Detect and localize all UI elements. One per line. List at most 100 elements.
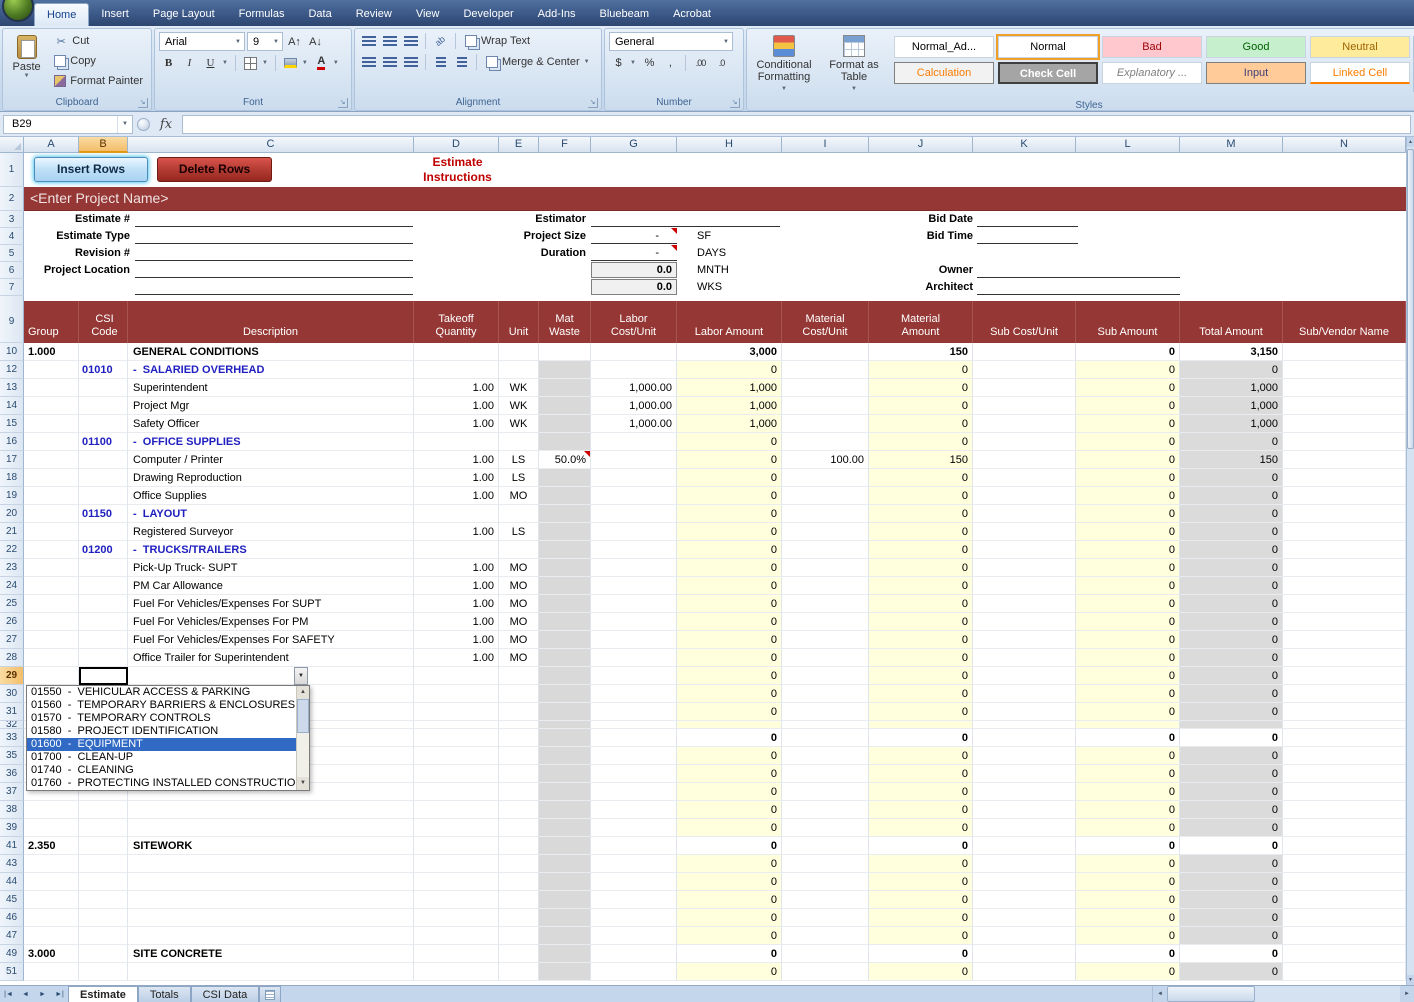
- cell-e28[interactable]: MO: [499, 649, 539, 667]
- cell-d24[interactable]: 1.00: [414, 577, 499, 595]
- cell-m39[interactable]: 0: [1180, 819, 1283, 837]
- cell-c38[interactable]: [128, 801, 414, 819]
- cell-c26[interactable]: Fuel For Vehicles/Expenses For PM: [128, 613, 414, 631]
- cell-m41[interactable]: 0: [1180, 837, 1283, 855]
- cell-d44[interactable]: [414, 873, 499, 891]
- cell-d12[interactable]: [414, 361, 499, 379]
- cell-i24[interactable]: [782, 577, 869, 595]
- cell-g41[interactable]: [591, 837, 677, 855]
- number-dialog-launcher[interactable]: ↘: [730, 98, 740, 108]
- cell-a26[interactable]: [24, 613, 79, 631]
- cell-c19[interactable]: Office Supplies: [128, 487, 414, 505]
- cell-b47[interactable]: [79, 927, 128, 945]
- cell-h16[interactable]: 0: [677, 433, 782, 451]
- cell-a13[interactable]: [24, 379, 79, 397]
- cell-f51[interactable]: [539, 963, 591, 981]
- cell-d22[interactable]: [414, 541, 499, 559]
- cell-n29[interactable]: [1283, 667, 1406, 685]
- cell-j46[interactable]: 0: [869, 909, 973, 927]
- cell-d19[interactable]: 1.00: [414, 487, 499, 505]
- row-header-12[interactable]: 12: [0, 361, 24, 379]
- cell-l43[interactable]: 0: [1076, 855, 1180, 873]
- cell-c43[interactable]: [128, 855, 414, 873]
- row-header-6[interactable]: 6: [0, 262, 24, 279]
- cell-e18[interactable]: LS: [499, 469, 539, 487]
- cell-e27[interactable]: MO: [499, 631, 539, 649]
- scroll-up-button[interactable]: ▲: [1407, 137, 1414, 147]
- cell-k29[interactable]: [973, 667, 1076, 685]
- cell-f49[interactable]: [539, 945, 591, 963]
- row-header-41[interactable]: 41: [0, 837, 24, 855]
- style-calculation[interactable]: Calculation: [894, 62, 994, 84]
- ribbon-tab-bluebeam[interactable]: Bluebeam: [588, 3, 662, 26]
- column-header-i[interactable]: I: [782, 137, 869, 153]
- row-header-26[interactable]: 26: [0, 613, 24, 631]
- cell-k18[interactable]: [973, 469, 1076, 487]
- cell-n51[interactable]: [1283, 963, 1406, 981]
- cell-e36[interactable]: [499, 765, 539, 783]
- dropdown-item-01550[interactable]: 01550 - VEHICULAR ACCESS & PARKING: [27, 686, 296, 699]
- cell-m27[interactable]: 0: [1180, 631, 1283, 649]
- cell-f31[interactable]: [539, 703, 591, 721]
- row-header-39[interactable]: 39: [0, 819, 24, 837]
- row-header-47[interactable]: 47: [0, 927, 24, 945]
- cell-h31[interactable]: 0: [677, 703, 782, 721]
- cell-e17[interactable]: LS: [499, 451, 539, 469]
- sheet-tab-estimate[interactable]: Estimate: [68, 986, 138, 1002]
- cell-n20[interactable]: [1283, 505, 1406, 523]
- cell-d10[interactable]: [414, 343, 499, 361]
- cell-k20[interactable]: [973, 505, 1076, 523]
- cell-n41[interactable]: [1283, 837, 1406, 855]
- cell-j12[interactable]: 0: [869, 361, 973, 379]
- cell-j15[interactable]: 0: [869, 415, 973, 433]
- format-painter-button[interactable]: Format Painter: [50, 72, 147, 90]
- cell-i19[interactable]: [782, 487, 869, 505]
- cell-k41[interactable]: [973, 837, 1076, 855]
- cell-h38[interactable]: 0: [677, 801, 782, 819]
- cell-j33[interactable]: 0: [869, 729, 973, 747]
- number-format-combo[interactable]: General ▼: [609, 32, 733, 51]
- cell-c24[interactable]: PM Car Allowance: [128, 577, 414, 595]
- cell-b20[interactable]: 01150: [79, 505, 128, 523]
- cell-m13[interactable]: 1,000: [1180, 379, 1283, 397]
- cell-b18[interactable]: [79, 469, 128, 487]
- cell-j27[interactable]: 0: [869, 631, 973, 649]
- row-header-31[interactable]: 31: [0, 703, 24, 721]
- cell-b43[interactable]: [79, 855, 128, 873]
- cell-l46[interactable]: 0: [1076, 909, 1180, 927]
- cell-g32[interactable]: [591, 721, 677, 729]
- cell-c12[interactable]: - SALARIED OVERHEAD: [128, 361, 414, 379]
- cell-d14[interactable]: 1.00: [414, 397, 499, 415]
- cell-n24[interactable]: [1283, 577, 1406, 595]
- cell-a15[interactable]: [24, 415, 79, 433]
- cell-h20[interactable]: 0: [677, 505, 782, 523]
- cell-a23[interactable]: [24, 559, 79, 577]
- row-header-33[interactable]: 33: [0, 729, 24, 747]
- cell-i45[interactable]: [782, 891, 869, 909]
- row-header-45[interactable]: 45: [0, 891, 24, 909]
- cell-e44[interactable]: [499, 873, 539, 891]
- cell-l47[interactable]: 0: [1076, 927, 1180, 945]
- cell-n45[interactable]: [1283, 891, 1406, 909]
- cell-e46[interactable]: [499, 909, 539, 927]
- cell-j29[interactable]: 0: [869, 667, 973, 685]
- cell-n21[interactable]: [1283, 523, 1406, 541]
- cell-h33[interactable]: 0: [677, 729, 782, 747]
- cell-g45[interactable]: [591, 891, 677, 909]
- cell-i32[interactable]: [782, 721, 869, 729]
- cell-g18[interactable]: [591, 469, 677, 487]
- cell-a43[interactable]: [24, 855, 79, 873]
- cell-i16[interactable]: [782, 433, 869, 451]
- cell-l33[interactable]: 0: [1076, 729, 1180, 747]
- cell-f45[interactable]: [539, 891, 591, 909]
- cell-l44[interactable]: 0: [1076, 873, 1180, 891]
- row-header-15[interactable]: 15: [0, 415, 24, 433]
- cell-b13[interactable]: [79, 379, 128, 397]
- cell-l21[interactable]: 0: [1076, 523, 1180, 541]
- cell-m38[interactable]: 0: [1180, 801, 1283, 819]
- cell-b24[interactable]: [79, 577, 128, 595]
- cell-k47[interactable]: [973, 927, 1076, 945]
- cell-k19[interactable]: [973, 487, 1076, 505]
- cell-a20[interactable]: [24, 505, 79, 523]
- cell-b15[interactable]: [79, 415, 128, 433]
